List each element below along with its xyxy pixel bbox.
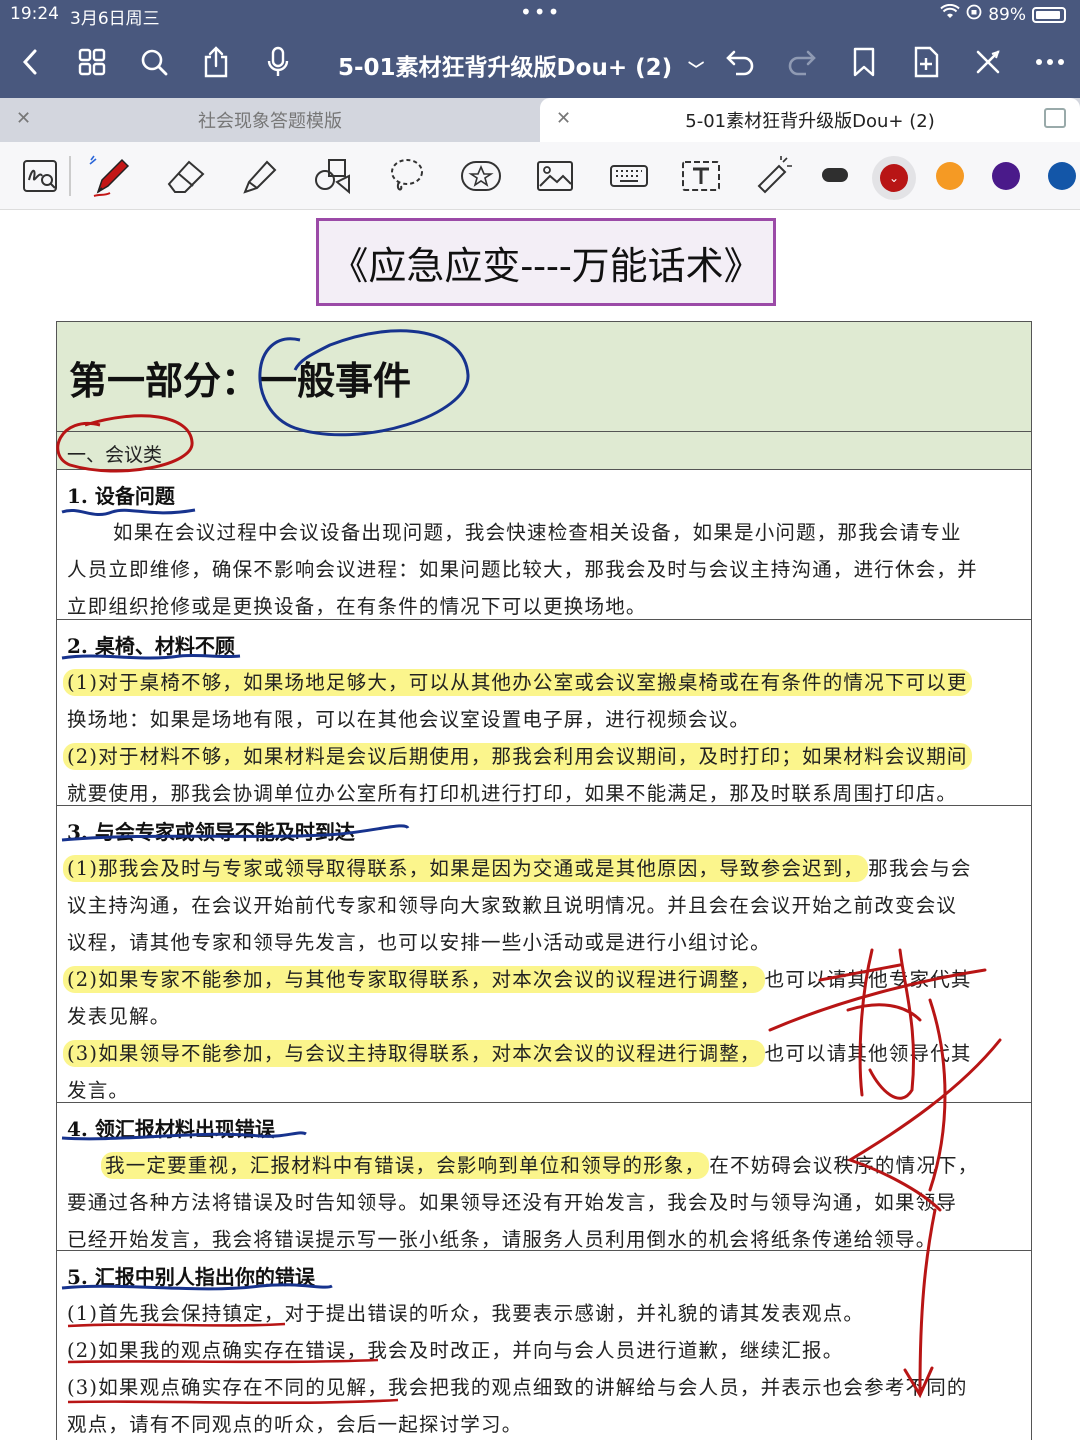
plain-text: 那我会与会 <box>868 857 972 880</box>
section-line: 观点，请有不同观点的听众，会后一起探讨学习。 <box>67 1413 523 1436</box>
highlighter-icon[interactable] <box>236 154 282 198</box>
split-view-icon[interactable] <box>1044 108 1066 128</box>
wifi-icon <box>940 3 960 25</box>
nav-bar: 5-01素材狂背升级版Dou+ (2) ﹀ <box>0 30 1080 96</box>
highlighted-text: (2)如果专家不能参加，与其他专家取得联系，对本次会议的议程进行调整， <box>63 966 765 993</box>
content-table: 第一部分：一般事件 一、会议类 1. 设备问题 如果在会议过程中会议设备出现问题… <box>56 321 1032 1440</box>
document-heading: 《应急应变----万能话术》 <box>330 243 762 288</box>
color-swatch-red[interactable]: ⌄ <box>880 164 908 192</box>
highlighted-text: (2)对于材料不够，如果材料是会议后期使用，那我会利用会议期间，及时打印；如果材… <box>63 743 972 770</box>
sticker-icon[interactable] <box>458 154 504 198</box>
highlighted-text: (1)那我会及时与专家或领导取得联系，如果是因为交通或是其他原因，导致参会迟到， <box>63 855 869 882</box>
share-icon[interactable] <box>196 42 236 82</box>
multitask-dots[interactable]: ••• <box>520 0 561 24</box>
pen-icon[interactable] <box>88 154 134 198</box>
section-line: 已经开始发言，我会将错误提示写一张小纸条，请服务人员利用倒水的机会将纸条传递给领… <box>67 1228 937 1251</box>
section-3: 3. 与会专家或领导不能及时到达 (1)那我会及时与专家或领导取得联系，如果是因… <box>57 806 1031 1103</box>
tab-label: 社会现象答题模版 <box>198 111 342 132</box>
section-line: (2)如果专家不能参加，与其他专家取得联系，对本次会议的议程进行调整， 也可以请其… <box>63 963 972 993</box>
section-line: 议主持沟通，在会议开始前代专家和领导向大家致歉且说明情况。并且会在会议开始之前改… <box>67 894 958 917</box>
battery-percent: 89% <box>988 4 1026 25</box>
microphone-icon[interactable] <box>258 42 298 82</box>
color-swatch-blue[interactable] <box>1048 162 1076 190</box>
eraser-icon[interactable] <box>162 154 208 198</box>
section-heading: 4. 领汇报材料出现错误 <box>67 1117 275 1141</box>
shapes-icon[interactable] <box>310 154 356 198</box>
color-swatch-black[interactable] <box>822 168 848 182</box>
plain-text: 在不妨碍会议秩序的情况下， <box>709 1154 979 1177</box>
status-bar: 19:24 3月6日周三 ••• 89% <box>0 0 1080 29</box>
section-5: 5. 汇报中别人指出你的错误 (1)首先我会保持镇定，对于提出错误的听众，我要表… <box>57 1251 1031 1440</box>
status-right: 89% <box>940 3 1066 25</box>
ink-to-text-icon[interactable] <box>18 154 64 198</box>
image-icon[interactable] <box>532 154 578 198</box>
document-title-nav[interactable]: 5-01素材狂背升级版Dou+ (2) ﹀ <box>338 48 704 82</box>
undo-icon[interactable] <box>720 42 760 82</box>
document-page[interactable]: 《应急应变----万能话术》 第一部分：一般事件 一、会议类 1. 设备问题 如… <box>0 210 1080 1440</box>
tab-label: 5-01素材狂背升级版Dou+ (2) <box>685 111 935 132</box>
lasso-icon[interactable] <box>384 154 430 198</box>
section-heading: 1. 设备问题 <box>67 484 175 508</box>
section-heading: 2. 桌椅、材料不顾 <box>67 634 235 658</box>
section-line: (1)首先我会保持镇定，对于提出错误的听众，我要表示感谢，并礼貌的请其发表观点。 <box>67 1302 865 1325</box>
section-line: 发表见解。 <box>67 1005 171 1028</box>
section-line: 如果在会议过程中会议设备出现问题，我会快速检查相关设备，如果是小问题，那我会请专… <box>113 521 962 544</box>
tab-inactive[interactable]: ✕ 社会现象答题模版 <box>0 98 540 142</box>
tab-bar: ✕ 社会现象答题模版 ✕ 5-01素材狂背升级版Dou+ (2) <box>0 98 1080 142</box>
category-title: 一、会议类 <box>67 444 163 466</box>
search-icon[interactable] <box>134 42 174 82</box>
section-line: (1)对于桌椅不够，如果场地足够大，可以从其他办公室或会议室搬桌椅或在有条件的情… <box>63 666 972 696</box>
section-line: (3)如果观点确实存在不同的见解，我会把我的观点细致的讲解给与会人员，并表示也会… <box>67 1376 968 1399</box>
highlighted-text: (3)如果领导不能参加，与会议主持取得联系，对本次会议的议程进行调整， <box>63 1040 765 1067</box>
color-swatch-purple[interactable] <box>992 162 1020 190</box>
plain-text: 也可以请其他专家代其 <box>764 968 972 991</box>
tab-active[interactable]: ✕ 5-01素材狂背升级版Dou+ (2) <box>540 98 1080 142</box>
orientation-lock-icon <box>966 4 982 25</box>
status-time: 19:24 <box>10 4 59 24</box>
highlighted-text: 我一定要重视，汇报材料中有错误，会影响到单位和领导的形象， <box>101 1152 710 1179</box>
redo-icon[interactable] <box>782 42 822 82</box>
plain-text: 也可以请其他领导代其 <box>764 1042 972 1065</box>
close-tools-icon[interactable] <box>968 42 1008 82</box>
section-line: (2)对于材料不够，如果材料是会议后期使用，那我会利用会议期间，及时打印；如果材… <box>63 740 972 770</box>
top-bar: 19:24 3月6日周三 ••• 89% 5-01素材狂背升级版Dou+ (2)… <box>0 0 1080 98</box>
category-row: 一、会议类 <box>57 432 1031 470</box>
section-line: (1)那我会及时与专家或领导取得联系，如果是因为交通或是其他原因，导致参会迟到，… <box>63 852 972 882</box>
text-box-icon[interactable] <box>678 154 724 198</box>
highlighted-text: (1)对于桌椅不够，如果场地足够大，可以从其他办公室或会议室搬桌椅或在有条件的情… <box>63 669 972 696</box>
section-line: 换场地：如果是场地有限，可以在其他会议室设置电子屏，进行视频会议。 <box>67 708 751 731</box>
part-title: 第一部分：一般事件 <box>69 358 412 403</box>
section-heading: 5. 汇报中别人指出你的错误 <box>67 1265 315 1289</box>
toolbar-divider <box>69 156 71 196</box>
document-title-box: 《应急应变----万能话术》 <box>316 218 776 306</box>
section-line: 要通过各种方法将错误及时告知领导。如果领导还没有开始发言，我会及时与领导沟通，如… <box>67 1191 958 1214</box>
chevron-down-icon: ﹀ <box>688 60 705 79</box>
drawing-toolbar: ⌄ <box>0 142 1080 210</box>
section-2: 2. 桌椅、材料不顾 (1)对于桌椅不够，如果场地足够大，可以从其他办公室或会议… <box>57 620 1031 806</box>
section-line: 我一定要重视，汇报材料中有错误，会影响到单位和领导的形象， 在不妨碍会议秩序的情况… <box>101 1149 979 1179</box>
color-swatch-orange[interactable] <box>936 162 964 190</box>
section-line: 发言。 <box>67 1079 130 1102</box>
section-heading: 3. 与会专家或领导不能及时到达 <box>67 820 355 844</box>
section-line: 立即组织抢修或是更换设备，在有条件的情况下可以更换场地。 <box>67 595 647 618</box>
bookmark-icon[interactable] <box>844 42 884 82</box>
battery-icon <box>1032 6 1066 23</box>
more-icon[interactable] <box>1030 42 1070 82</box>
section-line: 就要使用，那我会协调单位办公室所有打印机进行打印，如果不能满足，那及时联系周围打… <box>67 782 958 805</box>
section-line: (2)如果我的观点确实存在错误，我会及时改正，并向与会人员进行道歉，继续汇报。 <box>67 1339 844 1362</box>
status-date: 3月6日周三 <box>70 9 160 29</box>
laser-pointer-icon[interactable] <box>750 154 796 198</box>
section-1: 1. 设备问题 如果在会议过程中会议设备出现问题，我会快速检查相关设备，如果是小… <box>57 470 1031 620</box>
section-line: 人员立即维修，确保不影响会议进程：如果问题比较大，那我会及时与会议主持沟通，进行… <box>67 558 978 581</box>
document-title-text: 5-01素材狂背升级版Dou+ (2) <box>338 55 673 81</box>
add-page-icon[interactable] <box>906 42 946 82</box>
section-line: (3)如果领导不能参加，与会议主持取得联系，对本次会议的议程进行调整， 也可以请其… <box>63 1037 972 1067</box>
grid-icon[interactable] <box>72 42 112 82</box>
section-line: 议程，请其他专家和领导先发言，也可以安排一些小活动或是进行小组讨论。 <box>67 931 771 954</box>
back-icon[interactable] <box>10 42 50 82</box>
section-4: 4. 领汇报材料出现错误 我一定要重视，汇报材料中有错误，会影响到单位和领导的形… <box>57 1103 1031 1251</box>
keyboard-icon[interactable] <box>606 154 652 198</box>
part-header-row: 第一部分：一般事件 <box>57 322 1031 432</box>
